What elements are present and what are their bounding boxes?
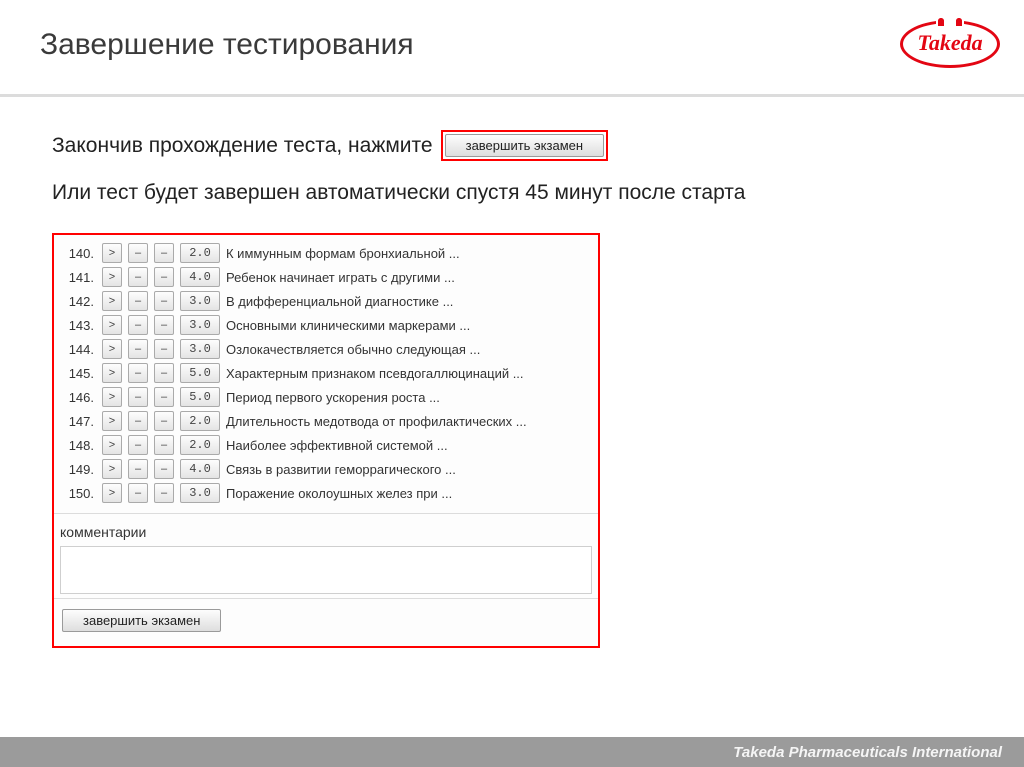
minus-button[interactable]: – bbox=[154, 483, 174, 503]
minus-button[interactable]: – bbox=[154, 243, 174, 263]
takeda-logo: Takeda bbox=[900, 20, 1000, 68]
score-button[interactable]: 3.0 bbox=[180, 291, 220, 311]
goto-question-button[interactable]: > bbox=[102, 363, 122, 383]
minus-button[interactable]: – bbox=[128, 459, 148, 479]
score-button[interactable]: 5.0 bbox=[180, 387, 220, 407]
score-button[interactable]: 3.0 bbox=[180, 339, 220, 359]
finish-exam-button-top[interactable]: завершить экзамен bbox=[445, 134, 604, 157]
question-text: Длительность медотвода от профилактическ… bbox=[226, 414, 592, 429]
question-number: 149. bbox=[60, 462, 96, 477]
minus-button[interactable]: – bbox=[128, 483, 148, 503]
score-button[interactable]: 3.0 bbox=[180, 315, 220, 335]
minus-button[interactable]: – bbox=[128, 363, 148, 383]
question-text: Период первого ускорения роста ... bbox=[226, 390, 592, 405]
minus-button[interactable]: – bbox=[128, 411, 148, 431]
question-text: Озлокачествляется обычно следующая ... bbox=[226, 342, 592, 357]
question-number: 144. bbox=[60, 342, 96, 357]
minus-button[interactable]: – bbox=[154, 339, 174, 359]
goto-question-button[interactable]: > bbox=[102, 483, 122, 503]
content-area: Закончив прохождение теста, нажмите заве… bbox=[52, 130, 994, 648]
minus-button[interactable]: – bbox=[128, 243, 148, 263]
score-button[interactable]: 2.0 bbox=[180, 243, 220, 263]
panel-footer: завершить экзамен bbox=[54, 598, 598, 646]
question-row: 149.>––4.0Связь в развитии геморрагическ… bbox=[60, 457, 592, 481]
question-text: Поражение околоушных желез при ... bbox=[226, 486, 592, 501]
minus-button[interactable]: – bbox=[154, 435, 174, 455]
minus-button[interactable]: – bbox=[128, 339, 148, 359]
minus-button[interactable]: – bbox=[128, 291, 148, 311]
question-text: Основными клиническими маркерами ... bbox=[226, 318, 592, 333]
comments-input[interactable] bbox=[60, 546, 592, 594]
instruction-text-2: Или тест будет завершен автоматически сп… bbox=[52, 181, 994, 205]
minus-button[interactable]: – bbox=[128, 387, 148, 407]
score-button[interactable]: 2.0 bbox=[180, 435, 220, 455]
footer-bar: Takeda Pharmaceuticals International bbox=[0, 737, 1024, 767]
question-row: 143.>––3.0Основными клиническими маркера… bbox=[60, 313, 592, 337]
instruction-text-1: Закончив прохождение теста, нажмите bbox=[52, 134, 433, 158]
question-number: 143. bbox=[60, 318, 96, 333]
minus-button[interactable]: – bbox=[154, 363, 174, 383]
logo-text: Takeda bbox=[917, 30, 982, 56]
question-row: 146.>––5.0Период первого ускорения роста… bbox=[60, 385, 592, 409]
score-button[interactable]: 4.0 bbox=[180, 459, 220, 479]
footer-company: Takeda Pharmaceuticals International bbox=[733, 744, 1002, 761]
question-text: Ребенок начинает играть с другими ... bbox=[226, 270, 592, 285]
finish-button-highlight: завершить экзамен bbox=[441, 130, 608, 161]
question-number: 150. bbox=[60, 486, 96, 501]
question-row: 147.>––2.0Длительность медотвода от проф… bbox=[60, 409, 592, 433]
minus-button[interactable]: – bbox=[154, 411, 174, 431]
question-list: 140.>––2.0К иммунным формам бронхиальной… bbox=[54, 235, 598, 513]
comments-label: комментарии bbox=[60, 524, 592, 540]
question-row: 140.>––2.0К иммунным формам бронхиальной… bbox=[60, 241, 592, 265]
question-row: 144.>––3.0Озлокачествляется обычно следу… bbox=[60, 337, 592, 361]
question-number: 147. bbox=[60, 414, 96, 429]
minus-button[interactable]: – bbox=[154, 315, 174, 335]
goto-question-button[interactable]: > bbox=[102, 243, 122, 263]
question-row: 142.>––3.0В дифференциальной диагностике… bbox=[60, 289, 592, 313]
question-number: 146. bbox=[60, 390, 96, 405]
goto-question-button[interactable]: > bbox=[102, 315, 122, 335]
goto-question-button[interactable]: > bbox=[102, 291, 122, 311]
goto-question-button[interactable]: > bbox=[102, 267, 122, 287]
page-title: Завершение тестирования bbox=[40, 28, 414, 62]
question-text: К иммунным формам бронхиальной ... bbox=[226, 246, 592, 261]
question-row: 148.>––2.0Наиболее эффективной системой … bbox=[60, 433, 592, 457]
test-panel: 140.>––2.0К иммунным формам бронхиальной… bbox=[52, 233, 600, 648]
goto-question-button[interactable]: > bbox=[102, 411, 122, 431]
score-button[interactable]: 5.0 bbox=[180, 363, 220, 383]
goto-question-button[interactable]: > bbox=[102, 459, 122, 479]
goto-question-button[interactable]: > bbox=[102, 387, 122, 407]
header: Завершение тестирования Takeda bbox=[0, 0, 1024, 97]
question-row: 150.>––3.0Поражение околоушных желез при… bbox=[60, 481, 592, 505]
question-number: 140. bbox=[60, 246, 96, 261]
minus-button[interactable]: – bbox=[154, 291, 174, 311]
question-number: 141. bbox=[60, 270, 96, 285]
score-button[interactable]: 2.0 bbox=[180, 411, 220, 431]
comments-section: комментарии bbox=[54, 513, 598, 598]
question-number: 145. bbox=[60, 366, 96, 381]
minus-button[interactable]: – bbox=[128, 315, 148, 335]
score-button[interactable]: 4.0 bbox=[180, 267, 220, 287]
minus-button[interactable]: – bbox=[154, 459, 174, 479]
question-text: В дифференциальной диагностике ... bbox=[226, 294, 592, 309]
question-number: 142. bbox=[60, 294, 96, 309]
instruction-line-1: Закончив прохождение теста, нажмите заве… bbox=[52, 130, 994, 161]
question-text: Наиболее эффективной системой ... bbox=[226, 438, 592, 453]
minus-button[interactable]: – bbox=[128, 435, 148, 455]
goto-question-button[interactable]: > bbox=[102, 435, 122, 455]
question-row: 145.>––5.0Характерным признаком псевдога… bbox=[60, 361, 592, 385]
minus-button[interactable]: – bbox=[128, 267, 148, 287]
minus-button[interactable]: – bbox=[154, 267, 174, 287]
question-row: 141.>––4.0Ребенок начинает играть с друг… bbox=[60, 265, 592, 289]
minus-button[interactable]: – bbox=[154, 387, 174, 407]
finish-exam-button-bottom[interactable]: завершить экзамен bbox=[62, 609, 221, 632]
score-button[interactable]: 3.0 bbox=[180, 483, 220, 503]
goto-question-button[interactable]: > bbox=[102, 339, 122, 359]
question-text: Характерным признаком псевдогаллюцинаций… bbox=[226, 366, 592, 381]
question-text: Связь в развитии геморрагического ... bbox=[226, 462, 592, 477]
question-number: 148. bbox=[60, 438, 96, 453]
